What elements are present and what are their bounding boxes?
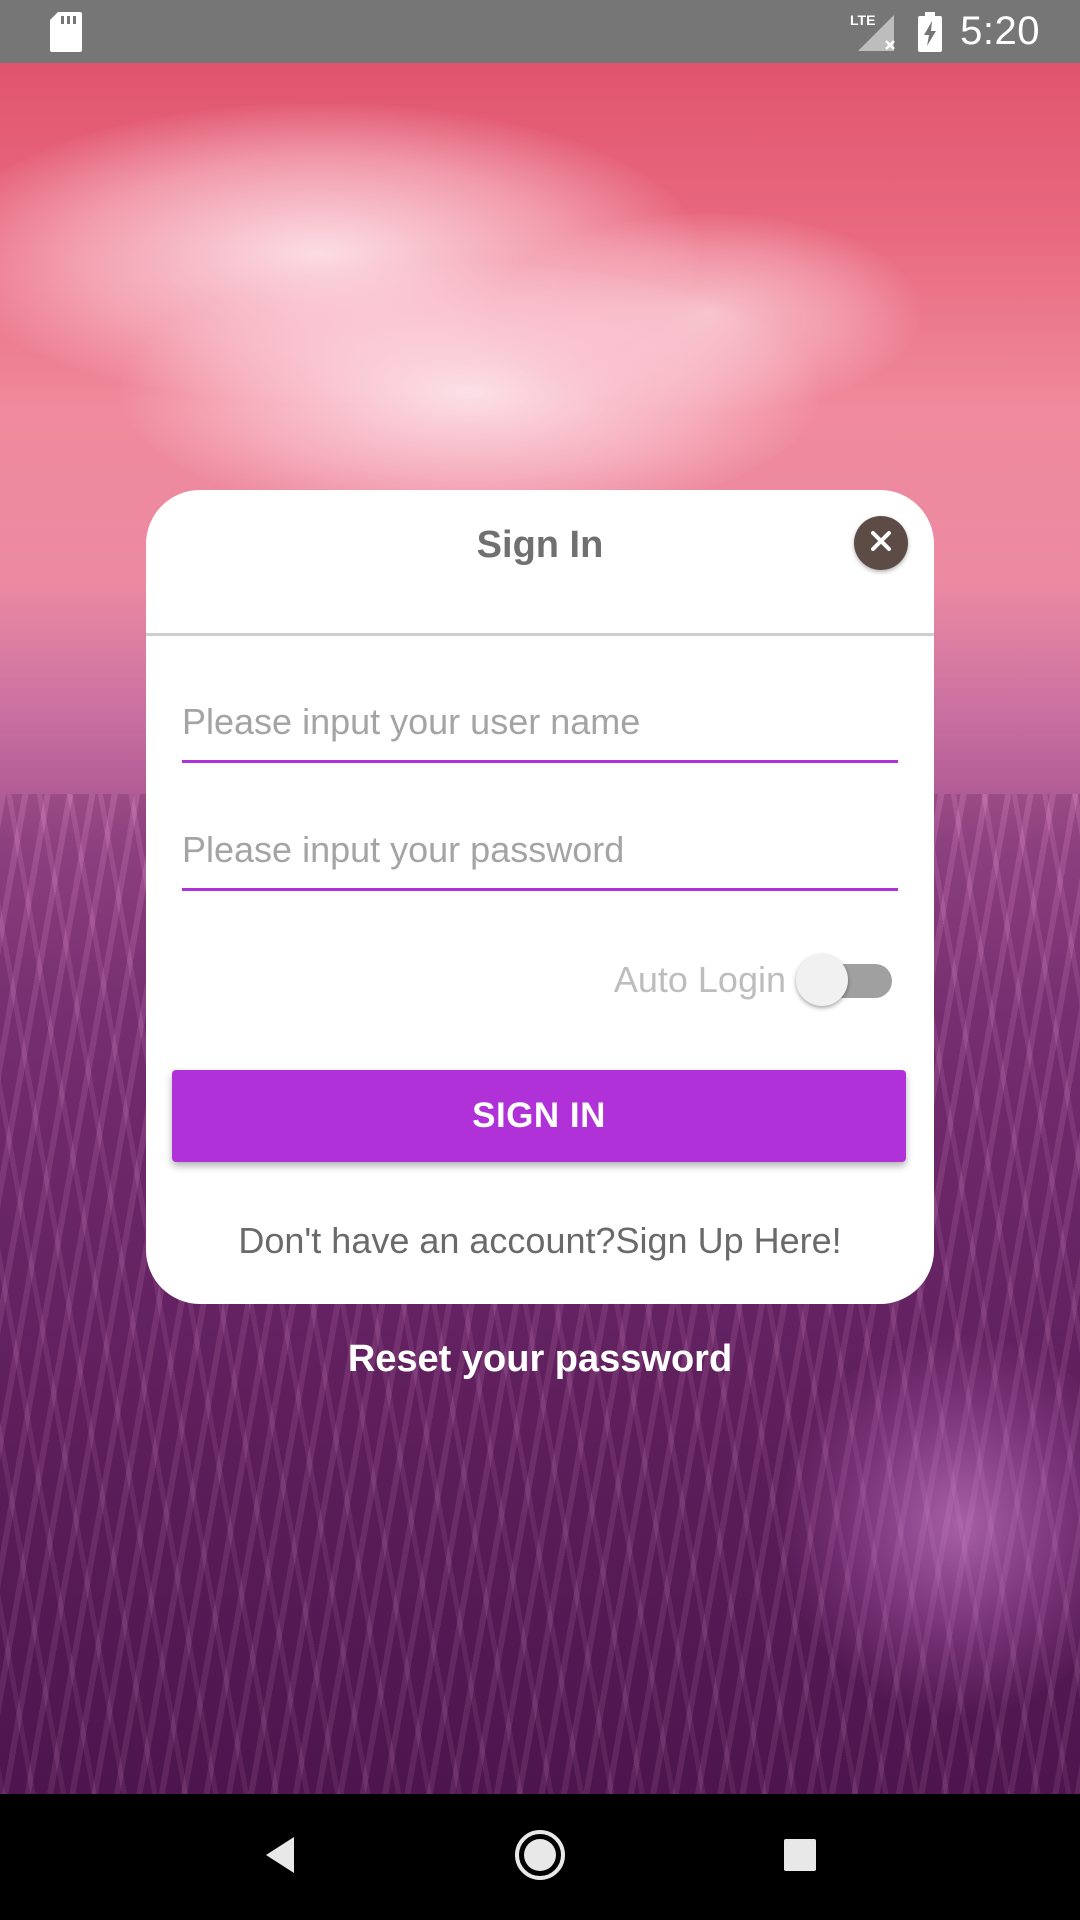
- username-input[interactable]: [182, 683, 898, 760]
- clock: 5:20: [960, 9, 1040, 53]
- reset-password-link[interactable]: Reset your password: [0, 1338, 1080, 1381]
- cloud: [500, 213, 920, 413]
- recents-button[interactable]: [760, 1817, 840, 1897]
- signal-icon: LTE: [850, 11, 900, 53]
- auto-login-row: Auto Login: [614, 952, 892, 1008]
- signup-prompt-line: Don't have an account?Sign Up Here!: [146, 1220, 934, 1262]
- status-bar: LTE 5:20: [0, 0, 1080, 63]
- home-button[interactable]: [500, 1817, 580, 1897]
- home-icon: [513, 1828, 567, 1887]
- dialog-header: Sign In: [146, 490, 934, 636]
- recents-icon: [780, 1835, 820, 1880]
- network-type: LTE: [850, 12, 875, 28]
- close-button[interactable]: [854, 516, 908, 570]
- toggle-thumb: [796, 954, 848, 1006]
- dialog-title: Sign In: [476, 524, 604, 566]
- password-field: [182, 811, 898, 891]
- navigation-bar: [0, 1794, 1080, 1920]
- password-input[interactable]: [182, 811, 898, 888]
- battery-charging-icon: [918, 11, 943, 52]
- sign-in-dialog: Sign In Auto Login SIGN IN Don't have an…: [146, 490, 934, 1304]
- auto-login-label: Auto Login: [613, 959, 786, 1000]
- signup-prompt: Don't have an account?: [238, 1220, 616, 1261]
- auto-login-toggle[interactable]: [796, 952, 892, 1008]
- sd-card-icon: [50, 11, 82, 52]
- status-icons: LTE 5:20: [850, 9, 1040, 54]
- sign-up-link[interactable]: Sign Up Here!: [616, 1220, 842, 1261]
- back-icon: [260, 1833, 300, 1882]
- back-button[interactable]: [240, 1817, 320, 1897]
- sign-in-button[interactable]: SIGN IN: [172, 1070, 906, 1162]
- username-field: [182, 683, 898, 763]
- close-icon: [869, 529, 893, 558]
